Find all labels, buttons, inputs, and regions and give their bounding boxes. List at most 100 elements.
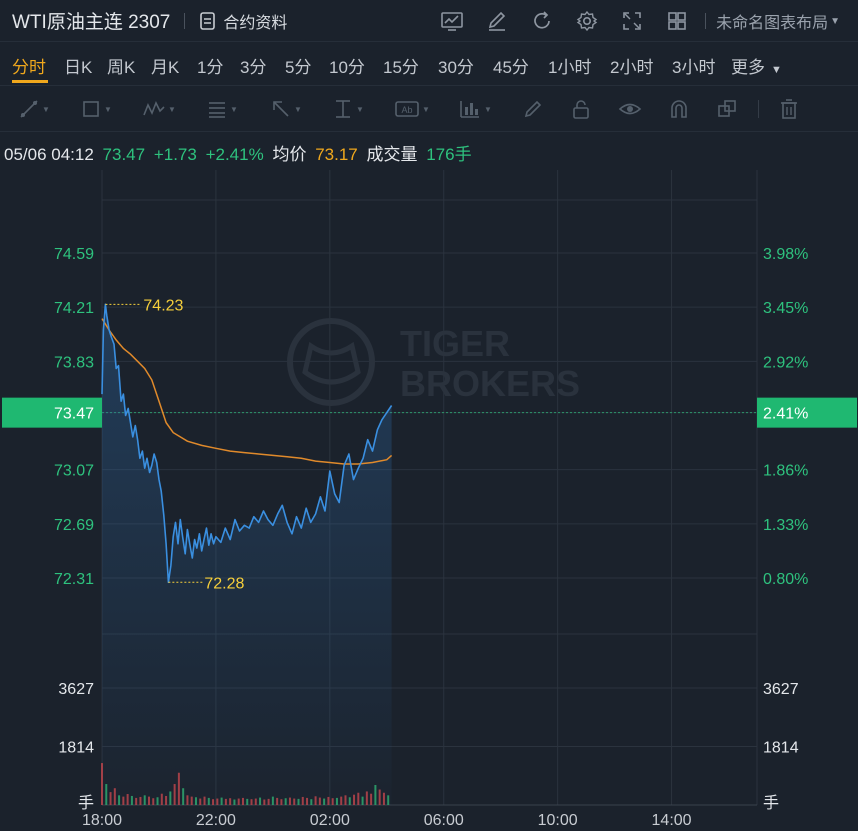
quote-change: +1.73: [153, 145, 197, 164]
volume-bar: [353, 794, 356, 805]
volume-bar: [370, 793, 373, 805]
volume-bar: [259, 797, 262, 805]
volume-bar: [199, 798, 202, 805]
volume-tick-label-left: 1814: [58, 739, 94, 756]
volume-bar: [207, 797, 210, 805]
volume-bar: [378, 789, 381, 805]
volume-bar: [173, 784, 176, 805]
volume-bar: [220, 797, 223, 805]
tiger-brokers-watermark: TIGER BROKERS: [287, 318, 580, 406]
watermark-line1: TIGER: [400, 323, 510, 364]
current-pct-badge-label: 2.41%: [763, 406, 808, 423]
volume-bar: [276, 797, 279, 805]
volume-bar: [365, 791, 368, 805]
x-tick-label: 10:00: [538, 812, 578, 829]
volume-bar: [105, 784, 108, 805]
volume-bar: [250, 799, 253, 805]
volume-bar: [147, 796, 150, 805]
pct-tick-label: 1.33%: [763, 517, 808, 534]
quote-datetime: 05/06 04:12: [4, 145, 94, 164]
volume-bar: [310, 799, 313, 805]
volume-bar: [118, 795, 121, 805]
volume-bar: [109, 792, 112, 805]
volume-bar: [340, 796, 343, 805]
volume-bar: [267, 798, 270, 805]
pct-tick-label: 3.45%: [763, 300, 808, 317]
avg-price-label: 均价: [272, 145, 307, 164]
volume-bar: [284, 798, 287, 805]
volume-bar: [122, 796, 125, 805]
volume-bar: [229, 798, 232, 805]
volume-bar: [387, 795, 390, 805]
volume-bar: [126, 794, 129, 805]
volume-bar: [254, 798, 257, 805]
price-tick-label: 73.83: [54, 354, 94, 371]
price-tick-label: 73.07: [54, 463, 94, 480]
volume-unit-right: 手: [763, 794, 779, 812]
price-tick-label: 72.31: [54, 571, 94, 588]
volume-bar: [212, 799, 215, 805]
volume-tick-label-right: 1814: [763, 739, 799, 756]
volume-bar: [288, 797, 291, 805]
volume-bar: [152, 798, 155, 805]
volume-bar: [348, 797, 351, 805]
volume-bar: [216, 798, 219, 805]
volume-bar: [165, 795, 168, 805]
volume-bar: [314, 796, 317, 805]
volume-bar: [331, 798, 334, 805]
volume-bar: [327, 796, 330, 805]
volume-tick-label-right: 3627: [763, 681, 799, 698]
average-series-line: [101, 318, 393, 465]
volume-bar: [361, 796, 364, 805]
pct-tick-label: 1.86%: [763, 463, 808, 480]
pct-tick-label: 0.80%: [763, 571, 808, 588]
volume-bar: [382, 792, 385, 805]
intraday-chart[interactable]: TIGER BROKERS 74.59 74.21 73.83 73.07 72.69 7…: [0, 0, 858, 831]
volume-bar: [186, 795, 189, 805]
quote-info-bar: 05/06 04:12 73.47 +1.73 +2.41% 均价 73.17 …: [4, 140, 476, 165]
volume-bar: [190, 796, 193, 805]
volume-bar: [344, 795, 347, 805]
x-tick-label: 02:00: [310, 812, 350, 829]
volume-bar: [357, 792, 360, 805]
volume-bar: [101, 763, 103, 805]
x-tick-label: 14:00: [652, 812, 692, 829]
x-tick-label: 18:00: [82, 812, 122, 829]
volume-value: 176手: [426, 145, 472, 164]
volume-bar: [139, 796, 142, 805]
pct-tick-label: 2.92%: [763, 354, 808, 371]
volume-bar: [297, 798, 300, 805]
volume-bar: [323, 798, 326, 805]
volume-bar: [335, 797, 338, 805]
watermark-line2: BROKERS: [400, 363, 580, 404]
high-marker-label: 74.23: [143, 297, 183, 314]
volume-bar: [374, 785, 377, 805]
volume-bar: [301, 796, 304, 805]
volume-bar: [177, 772, 180, 805]
pct-tick-label: 3.98%: [763, 246, 808, 263]
price-tick-label: 74.59: [54, 246, 94, 263]
average-price-line-group: [101, 318, 393, 465]
volume-label: 成交量: [366, 145, 418, 164]
volume-bar: [306, 797, 309, 805]
volume-bar: [224, 798, 227, 805]
volume-bar: [130, 795, 133, 805]
volume-bar: [293, 798, 296, 805]
volume-bar: [194, 797, 197, 805]
volume-bar: [160, 793, 163, 805]
volume-bar: [280, 799, 283, 805]
volume-bar: [113, 788, 116, 805]
x-tick-label: 06:00: [424, 812, 464, 829]
price-tick-label: 72.69: [54, 517, 94, 534]
price-tick-label: 74.21: [54, 300, 94, 317]
volume-unit-left: 手: [78, 794, 94, 812]
volume-bar: [143, 795, 146, 805]
avg-price-value: 73.17: [315, 145, 358, 164]
x-tick-label: 22:00: [196, 812, 236, 829]
low-marker-label: 72.28: [204, 575, 244, 592]
volume-bar: [271, 796, 274, 805]
quote-price: 73.47: [102, 145, 146, 164]
volume-bar: [263, 799, 266, 805]
volume-bar: [241, 797, 244, 805]
volume-bar: [182, 788, 185, 805]
